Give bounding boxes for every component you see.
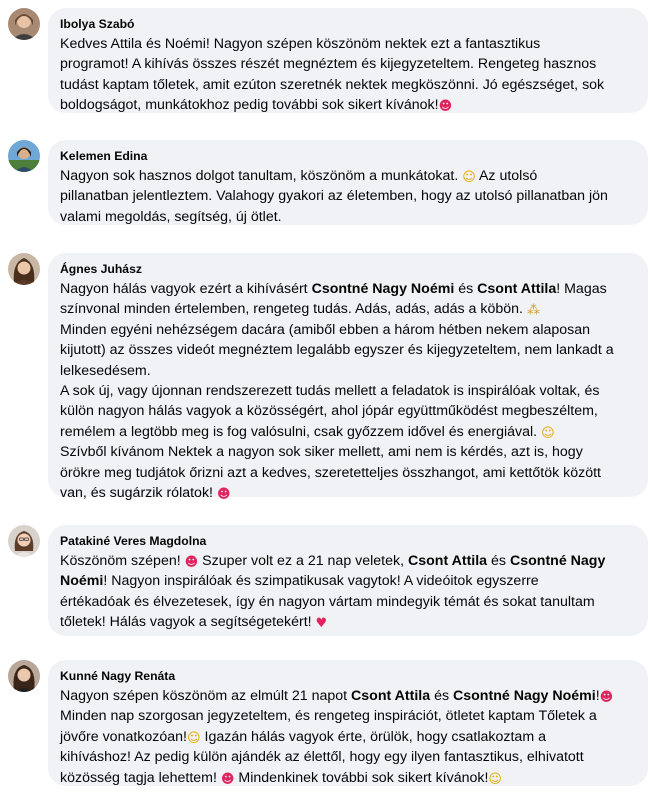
smile-face-icon: ☺ [462, 170, 476, 185]
heart-eyes-face-icon: ☻ [220, 771, 235, 787]
grin-face-icon: ☺ [488, 771, 502, 787]
user-tag[interactable]: Csontné Nagy Noémi [312, 281, 455, 297]
grin-face-icon: ☺ [541, 425, 555, 441]
avatar[interactable] [8, 660, 40, 692]
comment-text-line: örökre meg tudjátok őrizni azt a kedves,… [60, 464, 601, 481]
comment-author[interactable]: Kelemen Edina [60, 148, 636, 164]
comment-text-line: boldogságot, munkátokhoz pedig további s… [60, 95, 636, 115]
comment-text: és [434, 688, 450, 704]
heart-eyes-face-icon: ☻ [184, 555, 199, 570]
avatar[interactable] [8, 525, 40, 557]
comment-text: Igazán hálás vagyok érte, örülök, hogy c… [204, 728, 546, 745]
comment-text: Szuper volt ez a 21 nap veletek, [202, 553, 405, 569]
comment-text: remélem a legtöbb meg is fog valósulni, … [60, 423, 538, 440]
user-tag[interactable]: Csontné Nagy Noémi [453, 688, 596, 704]
folded-hands-icon: ⁂ [526, 303, 540, 319]
user-tag[interactable]: Csontné Nagy [510, 553, 605, 569]
comment-author[interactable]: Kunné Nagy Renáta [60, 668, 636, 684]
user-tag[interactable]: Csont Attila [351, 688, 430, 704]
comment-text: van, és sugárzik rólatok! [60, 485, 213, 502]
comment-text: tőletek! Hálás vagyok a segítségetekért! [60, 614, 312, 631]
comment-text: Az utolsó [478, 168, 538, 184]
comment-text-line: külön nagyon hálás vagyok a közösségért,… [60, 403, 598, 420]
comment-text-line: Nagyon hálás vagyok ezért a kihívásért C… [60, 279, 636, 299]
comment-text: jövőre vonatkozóan! [60, 728, 187, 745]
comment-text: ! Magas [556, 281, 607, 297]
comment-text-line: közösség tagja lehettem! ☻ Mindenkinek t… [60, 768, 636, 788]
avatar[interactable] [8, 253, 40, 285]
comment-text: Mindenkinek további sok sikert kívánok! [238, 769, 489, 786]
comment-author[interactable]: Ágnes Juhász [60, 261, 636, 277]
comment-text-line: Minden egyéni nehézségem dacára (amiből … [60, 321, 591, 338]
comment-text-line: remélem a legtöbb meg is fog valósulni, … [60, 422, 636, 442]
comment-text-line: valami megoldás, segítség, új ötlet. [60, 208, 282, 225]
comment-text-line: Nagyon sok hasznos dolgot tanultam, kösz… [60, 166, 636, 186]
comment-text-line: értékadóak és élvezetesek, így én nagyon… [60, 593, 595, 610]
comment-text-line: van, és sugárzik rólatok! ☻ [60, 483, 636, 503]
comment-text-line: Kedves Attila és Noémi! Nagyon szépen kö… [60, 36, 541, 52]
comment-bubble: Patakiné Veres Magdolna Köszönöm szépen!… [48, 525, 648, 636]
comment-text: közösség tagja lehettem! [60, 769, 217, 786]
avatar[interactable] [8, 8, 40, 40]
comment-text-line: lelkesedésem. [60, 362, 151, 379]
comment-text: ! Nagyon inspirálóak és szimpatikusak va… [103, 573, 539, 590]
comment-bubble: Kelemen Edina Nagyon sok hasznos dolgot … [48, 140, 648, 225]
comment-text-line: tőletek! Hálás vagyok a segítségetekért!… [60, 612, 636, 632]
comment-text-line: Minden nap szorgosan jegyzeteltem, és re… [60, 708, 597, 725]
comment-text-line: tudást kaptam tőletek, amit ezúton szere… [60, 76, 605, 93]
heart-eyes-face-icon: ☻ [599, 690, 614, 705]
comment-text: és [491, 553, 507, 569]
comment-text-line: Nagyon szépen köszönöm az elmúlt 21 napo… [60, 686, 636, 706]
comment-text: és [458, 281, 474, 297]
avatar[interactable] [8, 140, 40, 172]
comment-text: színvonal minden értelemben, rengeteg tu… [60, 301, 523, 318]
comment-text-line: pillanatban jelentleztem. Valahogy gyako… [60, 188, 608, 205]
comment-text-line: Noémi! Nagyon inspirálóak és szimpatikus… [60, 571, 636, 591]
comment-text: Nagyon szépen köszönöm az elmúlt 21 napo… [60, 688, 348, 704]
comment-text-line: Szívből kívánom Nektek a nagyon sok sike… [60, 444, 583, 461]
comment-text-line: programot! A kihívás összes részét megné… [60, 56, 597, 73]
red-heart-icon: ♥ [315, 616, 328, 632]
heart-eyes-face-icon: ☻ [216, 487, 231, 503]
comment-text-line: színvonal minden értelemben, rengeteg tu… [60, 299, 636, 319]
comment-text-line: jövőre vonatkozóan!☺ Igazán hálás vagyok… [60, 727, 636, 747]
user-tag[interactable]: Csont Attila [477, 281, 556, 297]
hugging-face-icon: ☺ [186, 730, 201, 746]
comment-text: boldogságot, munkátokhoz pedig további s… [60, 97, 439, 114]
comment-text-line: A sok új, vagy újonnan rendszerezett tud… [60, 383, 600, 400]
comment-text-line: Köszönöm szépen! ☻ Szuper volt ez a 21 n… [60, 551, 636, 571]
comment-text: Köszönöm szépen! [60, 553, 181, 569]
user-tag[interactable]: Csont Attila [408, 553, 487, 569]
user-tag[interactable]: Noémi [60, 573, 103, 589]
comment-author[interactable]: Patakiné Veres Magdolna [60, 533, 636, 549]
heart-eyes-face-icon: ☻ [438, 99, 453, 115]
comment-bubble: Ágnes Juhász Nagyon hálás vagyok ezért a… [48, 253, 648, 502]
comment-author[interactable]: Ibolya Szabó [60, 16, 636, 32]
comment-bubble: Ibolya Szabó Kedves Attila és Noémi! Nag… [48, 8, 648, 115]
comment-text-line: kijutott) az összes videót megnéztem leg… [60, 342, 614, 359]
comment-text-line: kihíváshoz! Az pedig külön ajándék az él… [60, 749, 584, 766]
comment-bubble: Kunné Nagy Renáta Nagyon szépen köszönöm… [48, 660, 648, 786]
comment-text: Nagyon sok hasznos dolgot tanultam, kösz… [60, 168, 459, 184]
comment-text: Nagyon hálás vagyok ezért a kihívásért [60, 281, 308, 297]
